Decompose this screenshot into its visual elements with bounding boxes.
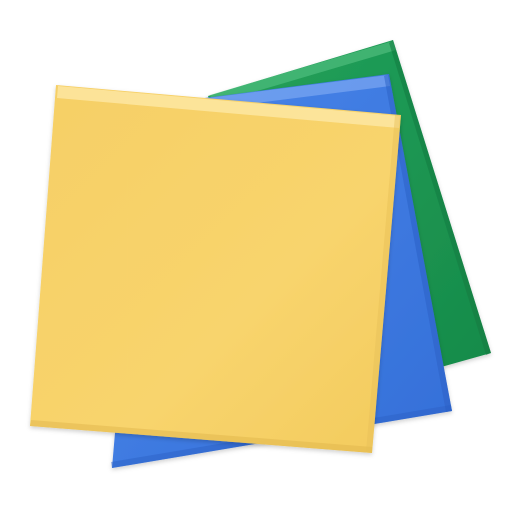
sticky-notes-graphic [30,40,491,468]
sticky-notes-icon [0,0,512,512]
yellow-note [30,85,401,453]
